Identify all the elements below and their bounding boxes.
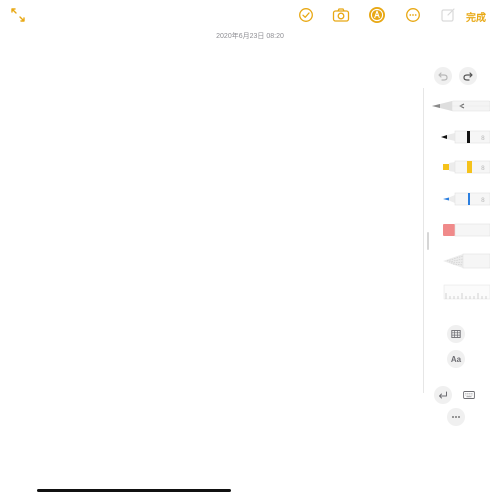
text-format-label: Aa [450,354,462,364]
note-timestamp: 2020年6月23日 08:20 [216,33,284,40]
text-format-button[interactable]: Aa [447,350,465,368]
svg-text:8: 8 [481,197,485,204]
pen-blue-tool[interactable]: 8 [443,191,491,212]
compose-icon [439,6,457,24]
home-indicator [37,489,231,492]
eraser-tool[interactable] [443,222,491,243]
marker-black-tool[interactable]: 8 [441,129,491,150]
palette-grip[interactable] [427,232,429,250]
return-key-button[interactable] [434,386,452,404]
table-button[interactable] [447,325,465,343]
checklist-icon[interactable] [297,6,315,24]
collapse-icon[interactable] [9,6,27,24]
markup-pen-icon[interactable] [368,6,386,24]
pen-tool[interactable] [432,99,491,118]
more-tools-button[interactable] [447,408,465,426]
highlighter-yellow-tool[interactable]: 8 [443,159,491,180]
done-button[interactable]: 完成 [466,9,486,24]
camera-icon[interactable] [332,6,350,24]
keyboard-icon[interactable] [460,386,478,404]
lasso-tool[interactable] [443,252,491,275]
undo-button [434,67,452,85]
redo-button[interactable] [459,67,477,85]
svg-text:8: 8 [481,165,485,172]
svg-text:8: 8 [481,135,485,142]
ruler-tool[interactable] [443,283,491,306]
more-options-icon[interactable] [404,6,422,24]
